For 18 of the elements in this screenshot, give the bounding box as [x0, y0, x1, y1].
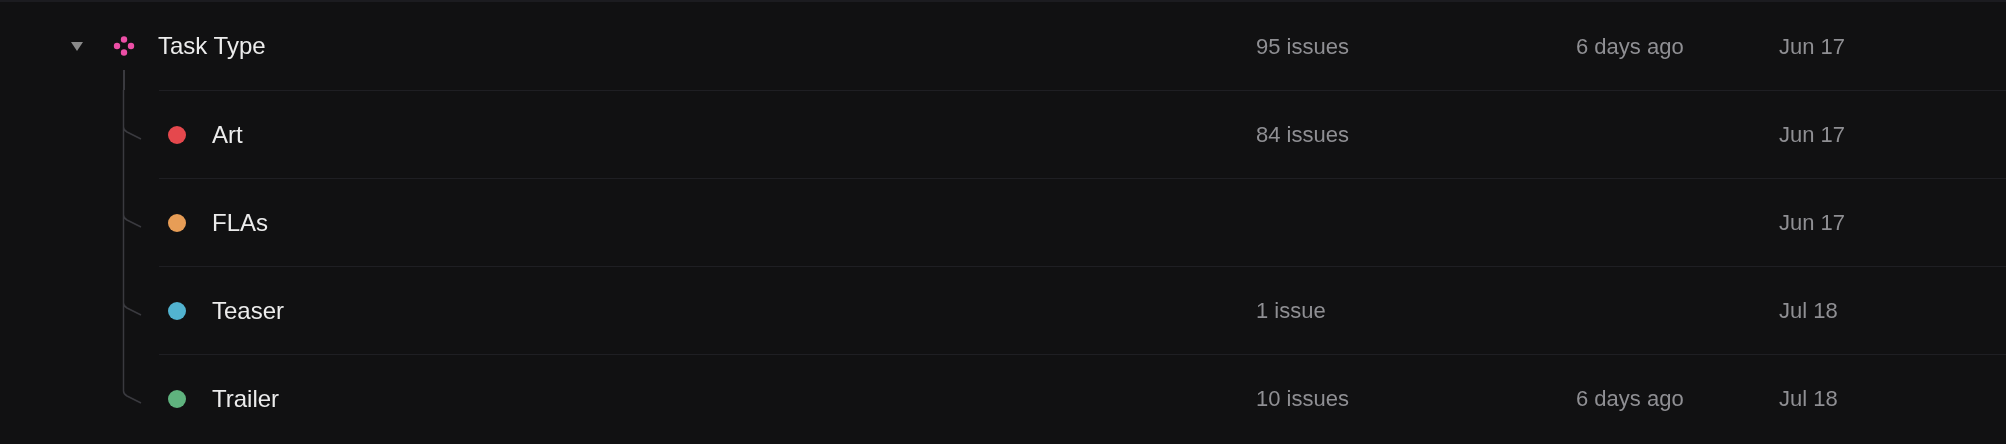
updated-time: 6 days ago [1576, 385, 1684, 413]
updated-time: 6 days ago [1576, 32, 1684, 61]
label-name: FLAs [212, 207, 268, 238]
label-name: Trailer [212, 383, 280, 414]
caret-icon[interactable] [70, 39, 84, 53]
date-label: Jun 17 [1779, 209, 1846, 237]
issue-count: 84 issues [1256, 121, 1349, 149]
date-label: Jun 17 [1779, 32, 1846, 61]
issue-count: 10 issues [1256, 385, 1349, 413]
date-label: Jul 18 [1779, 385, 1838, 413]
issue-count: 1 issue [1256, 297, 1326, 325]
label-name: Art [212, 119, 243, 150]
date-label: Jun 17 [1779, 121, 1846, 149]
issue-count: 95 issues [1256, 32, 1349, 61]
date-label: Jul 18 [1779, 297, 1838, 325]
label-name: Teaser [212, 295, 285, 326]
dots-icon [113, 36, 135, 56]
group-title: Task Type [158, 31, 266, 61]
